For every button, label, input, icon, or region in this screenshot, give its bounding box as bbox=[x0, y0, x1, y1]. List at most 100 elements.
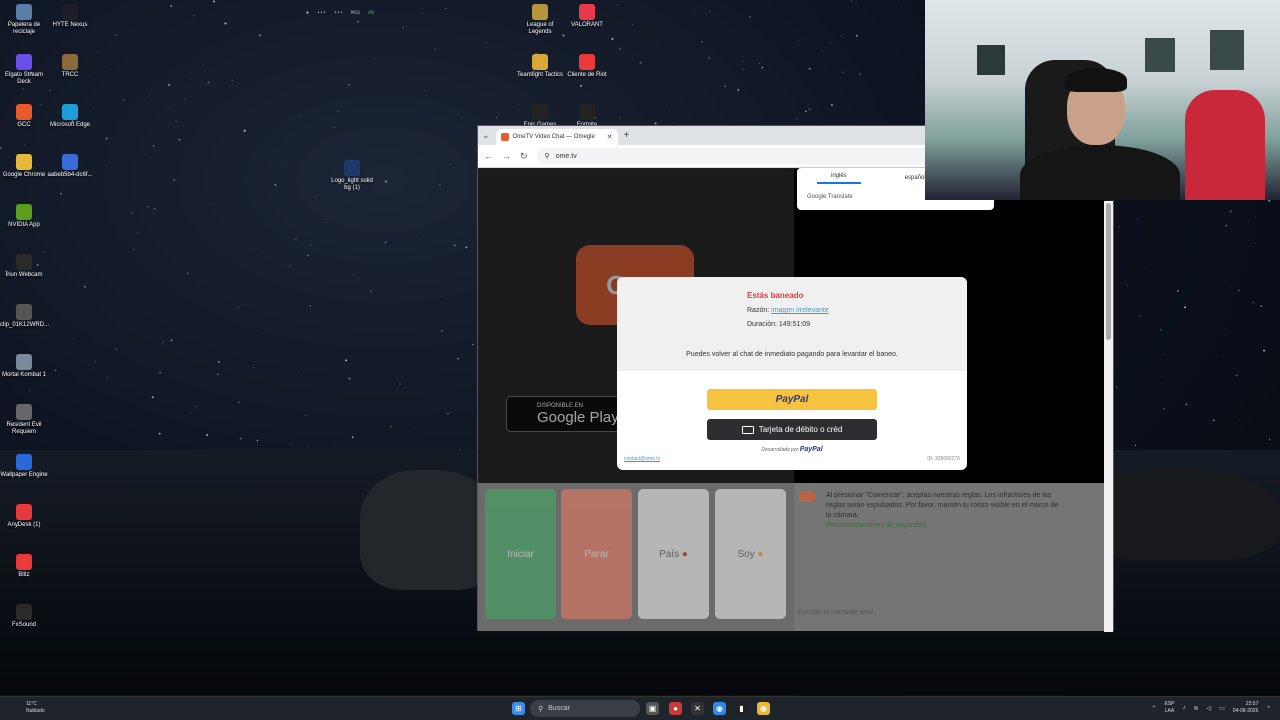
desktop-icon[interactable]: Iriun Webcam bbox=[0, 254, 48, 279]
star bbox=[187, 272, 189, 274]
desktop-icon[interactable]: Wallpaper Engine bbox=[0, 454, 48, 479]
desktop-icon[interactable]: HYTE Nexus bbox=[46, 4, 94, 29]
start-menu-icon[interactable]: ⊞ bbox=[512, 702, 525, 715]
site-info-icon[interactable]: ⚲ bbox=[545, 152, 550, 160]
gender-label: Soy bbox=[737, 548, 755, 560]
battery-icon[interactable]: ▭ bbox=[1219, 705, 1225, 712]
desktop-icon[interactable]: Papelera de reciclaje bbox=[0, 4, 48, 36]
star bbox=[334, 127, 336, 128]
chrome-taskbar-icon-2[interactable]: ◉ bbox=[757, 702, 770, 715]
star bbox=[109, 162, 110, 164]
card-payment-button[interactable]: Tarjeta de débito o créd bbox=[707, 419, 877, 440]
hyte-nexus-taskbar-icon[interactable]: ✕ bbox=[691, 702, 704, 715]
desktop-icon[interactable]: TRCC bbox=[46, 54, 94, 79]
microphone-icon[interactable]: ♪ bbox=[1182, 705, 1185, 711]
page-scrollbar[interactable] bbox=[1104, 201, 1113, 632]
paypal-button[interactable]: PayPal bbox=[707, 389, 877, 410]
star bbox=[159, 371, 162, 374]
google-play-badge[interactable]: DISPONIBLE EN Google Play bbox=[506, 396, 630, 432]
taskbar-search[interactable]: ⚲ Buscar bbox=[530, 700, 640, 717]
ban-reason-link[interactable]: imagen irrelevante bbox=[771, 307, 829, 314]
chat-input[interactable]: Escribe tu mensaje aquí bbox=[798, 609, 873, 616]
contact-link[interactable]: contact@ome.tv bbox=[624, 456, 660, 462]
star bbox=[72, 339, 74, 340]
desktop-icon[interactable]: NVIDIA App bbox=[0, 204, 48, 229]
desktop-icon[interactable]: Cliente de Riot bbox=[563, 54, 611, 79]
desktop-icon-label: Logo_light solid bg (1) bbox=[331, 178, 373, 191]
weather-desc: Nublado bbox=[26, 708, 45, 714]
star bbox=[294, 238, 297, 241]
wifi-icon[interactable]: ≋ bbox=[1193, 705, 1198, 712]
close-tab-icon[interactable]: ✕ bbox=[607, 133, 613, 141]
star bbox=[49, 89, 51, 92]
new-tab-icon[interactable]: + bbox=[624, 130, 630, 141]
desktop-icon[interactable]: Google Chrome bbox=[0, 154, 48, 179]
star bbox=[1184, 306, 1186, 309]
desktop-icon-label: Microsoft Edge bbox=[49, 122, 91, 128]
file-explorer-icon[interactable]: ▣ bbox=[646, 702, 659, 715]
country-button[interactable]: País ● bbox=[638, 489, 709, 619]
reload-icon[interactable]: ↻ bbox=[520, 151, 528, 162]
weather-widget[interactable]: 11°C Nublado bbox=[10, 701, 45, 715]
star bbox=[1139, 315, 1141, 317]
desktop-icon[interactable]: clip_01K12WRD... bbox=[0, 304, 49, 329]
clock[interactable]: 22:57 04-08-2026 bbox=[1233, 701, 1259, 715]
desktop-icon[interactable]: aabeb5b4-dc6f... bbox=[46, 154, 94, 179]
desktop-icon[interactable]: AnyDesk (1) bbox=[0, 504, 48, 529]
star bbox=[821, 50, 822, 51]
star bbox=[309, 244, 312, 247]
translate-tab-english[interactable]: inglés bbox=[817, 173, 861, 184]
star bbox=[131, 212, 133, 214]
tab-menu-icon[interactable]: ⌄ bbox=[482, 130, 490, 141]
star bbox=[324, 46, 326, 47]
star bbox=[485, 41, 488, 44]
chrome-taskbar-icon[interactable]: ◉ bbox=[713, 702, 726, 715]
desktop-icon[interactable]: VALORANT bbox=[563, 4, 611, 29]
star bbox=[457, 357, 460, 360]
start-button[interactable]: Iniciar bbox=[485, 489, 556, 619]
desktop-icon[interactable]: Mortal Kombat 1 bbox=[0, 354, 48, 379]
powered-brand: PayPal bbox=[799, 446, 823, 453]
desktop-icon[interactable]: Teamfight Tactics bbox=[516, 54, 564, 79]
language-indicator[interactable]: ESP LAA bbox=[1164, 701, 1174, 715]
volume-icon[interactable]: ◁ bbox=[1207, 705, 1212, 712]
desktop-icon[interactable]: GCC bbox=[0, 104, 48, 129]
desktop-icon[interactable]: FxSound bbox=[0, 604, 48, 629]
star bbox=[580, 84, 582, 87]
desktop-icon[interactable]: Blitz bbox=[0, 554, 48, 579]
star bbox=[72, 93, 74, 95]
star bbox=[224, 22, 227, 25]
safety-link[interactable]: Recomendaciones de seguridad bbox=[826, 522, 926, 529]
star bbox=[161, 341, 164, 344]
notifications-icon[interactable]: ◔ bbox=[1266, 705, 1270, 711]
gender-button[interactable]: Soy ● bbox=[715, 489, 786, 619]
fxsound-taskbar-icon[interactable]: ▮ bbox=[735, 702, 748, 715]
star bbox=[1176, 290, 1179, 292]
desktop-icon[interactable]: Microsoft Edge bbox=[46, 104, 94, 129]
star bbox=[337, 110, 339, 113]
star bbox=[709, 10, 711, 12]
overlay-item: MSS bbox=[351, 10, 361, 16]
star bbox=[460, 117, 462, 119]
back-icon[interactable]: ← bbox=[484, 151, 493, 161]
desktop-icon[interactable]: Elgato Stream Deck bbox=[0, 54, 48, 86]
stop-button[interactable]: Parar bbox=[561, 489, 632, 619]
scrollbar-thumb[interactable] bbox=[1106, 203, 1111, 340]
desktop-icon[interactable]: Resident Evil Requiem bbox=[0, 404, 48, 436]
star bbox=[465, 246, 468, 249]
desktop-icon[interactable]: Logo_light solid bg (1) bbox=[328, 160, 376, 192]
star bbox=[441, 330, 443, 332]
star bbox=[345, 359, 348, 362]
desktop-icon-label: Mortal Kombat 1 bbox=[1, 372, 47, 378]
desktop-icon-label: AnyDesk (1) bbox=[7, 522, 41, 528]
tray-chevron-icon[interactable]: ⌃ bbox=[1151, 705, 1156, 712]
browser-tab[interactable]: OmeTV Video Chat — Omegle ✕ bbox=[495, 129, 618, 145]
fxsound-icon bbox=[16, 604, 32, 620]
anydesk-icon bbox=[16, 504, 32, 520]
forward-icon[interactable]: → bbox=[502, 151, 511, 161]
desktop-icon[interactable]: League of Legends bbox=[516, 4, 564, 36]
star bbox=[259, 34, 262, 37]
taskbar-app-icon[interactable]: ● bbox=[669, 702, 682, 715]
star bbox=[1252, 301, 1254, 303]
star bbox=[184, 98, 186, 100]
